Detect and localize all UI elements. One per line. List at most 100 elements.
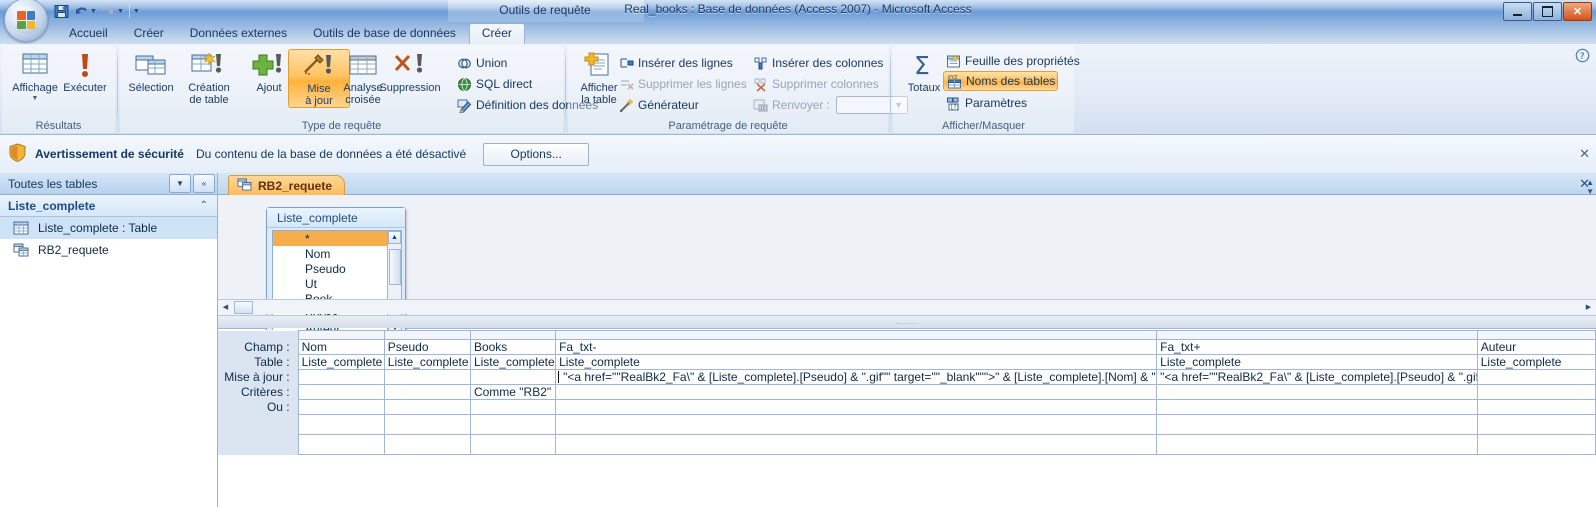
design-hscroll-thumb[interactable] bbox=[234, 300, 253, 314]
tab-outils-base-de-donnees[interactable]: Outils de base de données bbox=[300, 23, 469, 44]
cell-update-4[interactable]: "<a href=""RealBk2_Fa\" & [Liste_complet… bbox=[555, 369, 1158, 385]
undo-icon[interactable] bbox=[72, 3, 90, 20]
cell-update-5[interactable]: "<a href=""RealBk2_Fa\" & [Liste_complet… bbox=[1156, 369, 1478, 385]
cell-blank-2-3[interactable] bbox=[469, 434, 557, 455]
design-pane-horizontal-scrollbar[interactable]: ◀ ▶ bbox=[218, 299, 1596, 314]
builder-button[interactable]: Générateur bbox=[616, 95, 701, 115]
tab-creer-contextual[interactable]: Créer bbox=[468, 23, 525, 44]
nav-item-liste-complete-table[interactable]: Liste_complete : Table bbox=[0, 217, 217, 239]
redo-icon[interactable] bbox=[99, 3, 117, 20]
navigation-group-liste-complete[interactable]: Liste_complete ⌃ bbox=[0, 195, 217, 217]
column-selector-1[interactable] bbox=[297, 330, 385, 340]
nav-item-rb2-requete[interactable]: RB2_requete bbox=[0, 239, 217, 261]
cell-or-4[interactable] bbox=[555, 399, 1158, 415]
cell-criteria-2[interactable] bbox=[383, 384, 471, 400]
field-list-scroll-thumb[interactable] bbox=[389, 249, 401, 285]
triangle-up-icon[interactable]: ▲ bbox=[388, 231, 401, 244]
delete-query-button[interactable]: Suppression bbox=[372, 49, 448, 95]
minimize-button[interactable] bbox=[1503, 2, 1532, 21]
pass-through-sql-button[interactable]: SQL direct bbox=[454, 74, 534, 94]
column-selector-4[interactable] bbox=[555, 330, 1158, 340]
cell-blank-2-4[interactable] bbox=[555, 434, 1158, 455]
chevron-down-icon[interactable]: ▼ bbox=[169, 174, 191, 193]
field-list-item-ut[interactable]: Ut bbox=[273, 276, 401, 291]
cell-or-2[interactable] bbox=[383, 399, 471, 415]
column-selector-6[interactable] bbox=[1476, 330, 1596, 340]
cell-table-6[interactable]: Liste_complete bbox=[1476, 354, 1596, 370]
cell-or-5[interactable] bbox=[1156, 399, 1478, 415]
cell-blank-1-4[interactable] bbox=[555, 414, 1158, 435]
design-grid-splitter[interactable]: ........ bbox=[218, 315, 1596, 328]
cell-blank-2-5[interactable] bbox=[1156, 434, 1478, 455]
view-dropdown-arrow[interactable]: ▼ bbox=[4, 95, 66, 102]
cell-criteria-6[interactable] bbox=[1476, 384, 1596, 400]
triangle-right-icon[interactable]: ▶ bbox=[1581, 301, 1596, 314]
property-sheet-button[interactable]: Feuille des propriétés bbox=[943, 51, 1082, 71]
column-selector-2[interactable] bbox=[383, 330, 471, 340]
union-button[interactable]: Union bbox=[454, 53, 509, 73]
tab-accueil[interactable]: Accueil bbox=[56, 23, 121, 44]
make-table-query-button[interactable]: Création de table bbox=[178, 49, 240, 106]
tab-creer[interactable]: Créer bbox=[121, 23, 177, 44]
tab-donnees-externes[interactable]: Données externes bbox=[177, 23, 300, 44]
parameters-button[interactable]: [?] Paramètres bbox=[943, 93, 1029, 113]
select-query-button[interactable]: Sélection bbox=[120, 49, 182, 95]
insert-columns-button[interactable]: Insérer des colonnes bbox=[750, 53, 885, 73]
cell-table-1[interactable]: Liste_complete bbox=[297, 354, 385, 370]
maximize-button[interactable] bbox=[1533, 2, 1562, 21]
insert-rows-button[interactable]: Insérer des lignes bbox=[616, 53, 735, 73]
security-bar-close-icon[interactable]: ✕ bbox=[1579, 146, 1590, 162]
cell-champ-5[interactable]: Fa_txt+ bbox=[1156, 339, 1478, 355]
cell-champ-1[interactable]: Nom bbox=[297, 339, 385, 355]
cell-blank-2-1[interactable] bbox=[297, 434, 385, 455]
column-selector-3[interactable] bbox=[469, 330, 557, 340]
cell-blank-2-6[interactable] bbox=[1476, 434, 1596, 455]
cell-blank-1-5[interactable] bbox=[1156, 414, 1478, 435]
cell-update-3[interactable] bbox=[469, 369, 557, 385]
cell-table-5[interactable]: Liste_complete bbox=[1156, 354, 1478, 370]
close-button[interactable]: ✕ bbox=[1563, 2, 1592, 21]
cell-or-1[interactable] bbox=[297, 399, 385, 415]
cell-champ-4[interactable]: Fa_txt- bbox=[555, 339, 1158, 355]
cell-table-2[interactable]: Liste_complete bbox=[383, 354, 471, 370]
document-tab-rb2-requete[interactable]: RB2_requete bbox=[228, 175, 346, 195]
return-top-values-button[interactable]: 10 Renvoyer : bbox=[750, 95, 832, 115]
cell-or-3[interactable] bbox=[469, 399, 557, 415]
cell-update-6[interactable] bbox=[1476, 369, 1596, 385]
field-list-item-nom[interactable]: Nom bbox=[273, 246, 401, 261]
cell-criteria-1[interactable] bbox=[297, 384, 385, 400]
table-names-button[interactable]: XYZ Noms des tables bbox=[943, 71, 1059, 91]
cell-update-2[interactable] bbox=[383, 369, 471, 385]
cell-or-6[interactable] bbox=[1476, 399, 1596, 415]
cell-champ-6[interactable]: Auteur bbox=[1476, 339, 1596, 355]
double-chevron-left-icon[interactable]: « bbox=[193, 174, 215, 193]
chevron-up-icon[interactable]: ⌃ bbox=[200, 200, 208, 211]
cell-blank-1-6[interactable] bbox=[1476, 414, 1596, 435]
cell-champ-2[interactable]: Pseudo bbox=[383, 339, 471, 355]
column-selector-5[interactable] bbox=[1156, 330, 1478, 340]
cell-table-4[interactable]: Liste_complete bbox=[555, 354, 1158, 370]
design-pane-scroll-arrows[interactable]: ▲ ▼ bbox=[1586, 178, 1594, 196]
delete-columns-button[interactable]: Supprimer colonnes bbox=[750, 74, 881, 94]
security-options-button[interactable]: Options... bbox=[483, 142, 590, 166]
cell-update-1[interactable] bbox=[297, 369, 385, 385]
cell-champ-3[interactable]: Books bbox=[469, 339, 557, 355]
cell-criteria-3[interactable]: Comme "RB2" bbox=[469, 384, 557, 400]
delete-rows-button[interactable]: Supprimer les lignes bbox=[616, 74, 749, 94]
cell-blank-2-2[interactable] bbox=[383, 434, 471, 455]
run-button[interactable]: Exécuter bbox=[54, 49, 116, 95]
cell-criteria-5[interactable] bbox=[1156, 384, 1478, 400]
undo-dropdown-arrow[interactable]: ▼ bbox=[90, 8, 97, 15]
save-icon[interactable] bbox=[52, 3, 70, 20]
office-orb-button[interactable] bbox=[4, 0, 48, 42]
customize-qat-icon[interactable]: ▼ bbox=[133, 8, 140, 15]
field-list-item-asterisk[interactable]: * bbox=[273, 231, 401, 246]
triangle-left-icon[interactable]: ◀ bbox=[218, 301, 233, 314]
cell-blank-1-1[interactable] bbox=[297, 414, 385, 435]
help-question-icon[interactable]: ? bbox=[1575, 48, 1590, 66]
cell-criteria-4[interactable] bbox=[555, 384, 1158, 400]
cell-blank-1-3[interactable] bbox=[469, 414, 557, 435]
field-list-item-pseudo[interactable]: Pseudo bbox=[273, 261, 401, 276]
cell-blank-1-2[interactable] bbox=[383, 414, 471, 435]
redo-dropdown-arrow[interactable]: ▼ bbox=[117, 8, 124, 15]
